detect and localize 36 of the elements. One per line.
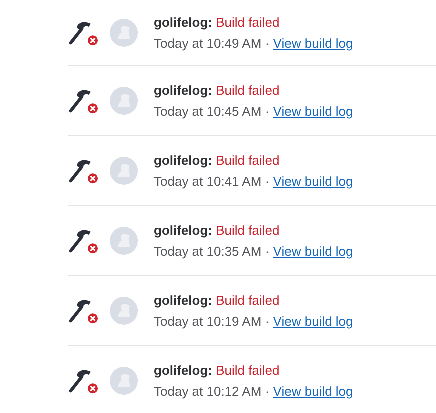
separator-dot: · — [265, 384, 270, 398]
separator-dot: · — [265, 36, 270, 50]
build-time: Today at 10:45 AM — [154, 104, 262, 118]
avatar-icon — [110, 366, 138, 394]
build-time: Today at 10:12 AM — [154, 384, 262, 398]
view-log-link[interactable]: View build log — [273, 104, 354, 118]
build-status: Build failed — [216, 14, 280, 30]
build-time: Today at 10:19 AM — [154, 314, 262, 328]
separator-dot: · — [265, 244, 270, 258]
build-status: Build failed — [216, 362, 280, 378]
separator-dot: · — [265, 174, 270, 188]
view-log-link[interactable]: View build log — [273, 384, 354, 398]
build-status: Build failed — [216, 222, 280, 238]
project-name: golifelog: — [154, 222, 212, 238]
view-log-link[interactable]: View build log — [273, 36, 354, 50]
avatar-icon — [110, 18, 138, 46]
view-log-link[interactable]: View build log — [273, 174, 354, 188]
build-time: Today at 10:35 AM — [154, 244, 262, 258]
avatar-icon — [110, 86, 138, 114]
avatar-icon — [110, 156, 138, 184]
build-status: Build failed — [216, 82, 280, 98]
view-log-link[interactable]: View build log — [273, 314, 354, 328]
avatar-icon — [110, 226, 138, 254]
build-status: Build failed — [216, 292, 280, 308]
build-time: Today at 10:49 AM — [154, 36, 262, 50]
project-name: golifelog: — [154, 14, 212, 30]
project-name: golifelog: — [154, 292, 212, 308]
project-name: golifelog: — [154, 152, 212, 168]
separator-dot: · — [265, 104, 270, 118]
build-status: Build failed — [216, 152, 280, 168]
avatar-icon — [110, 296, 138, 324]
view-log-link[interactable]: View build log — [273, 244, 354, 258]
separator-dot: · — [265, 314, 270, 328]
project-name: golifelog: — [154, 82, 212, 98]
project-name: golifelog: — [154, 362, 212, 378]
build-time: Today at 10:41 AM — [154, 174, 262, 188]
